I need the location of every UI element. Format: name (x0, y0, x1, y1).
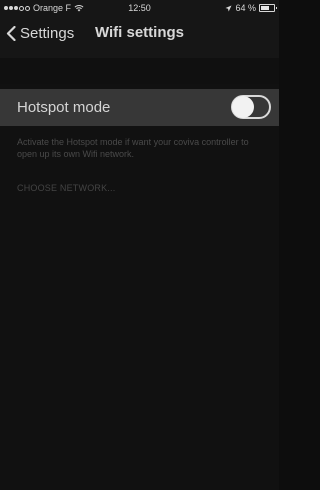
header: Orange F 12:50 64 % Settings Wifi settin… (0, 0, 279, 58)
wifi-settings-screen: Orange F 12:50 64 % Settings Wifi settin… (0, 0, 279, 490)
battery-icon (259, 4, 277, 12)
back-label: Settings (20, 24, 75, 42)
hotspot-description: Activate the Hotspot mode if want your c… (17, 137, 249, 159)
battery-percent: 64 % (235, 3, 256, 13)
battery-fill (261, 6, 269, 10)
hotspot-mode-label: Hotspot mode (17, 99, 111, 116)
hotspot-mode-toggle[interactable] (231, 95, 271, 119)
status-bar: Orange F 12:50 64 % (0, 0, 279, 18)
navigation-bar: Settings Wifi settings (0, 18, 279, 58)
section-spacer (0, 58, 279, 84)
back-button[interactable]: Settings (6, 18, 74, 48)
chevron-left-icon (6, 25, 16, 41)
toggle-knob (232, 96, 254, 118)
hotspot-mode-row: Hotspot mode (0, 89, 279, 126)
choose-network-link[interactable]: CHOOSE NETWORK... (17, 183, 115, 193)
status-right: 64 % (225, 3, 277, 13)
location-arrow-icon (225, 5, 232, 11)
